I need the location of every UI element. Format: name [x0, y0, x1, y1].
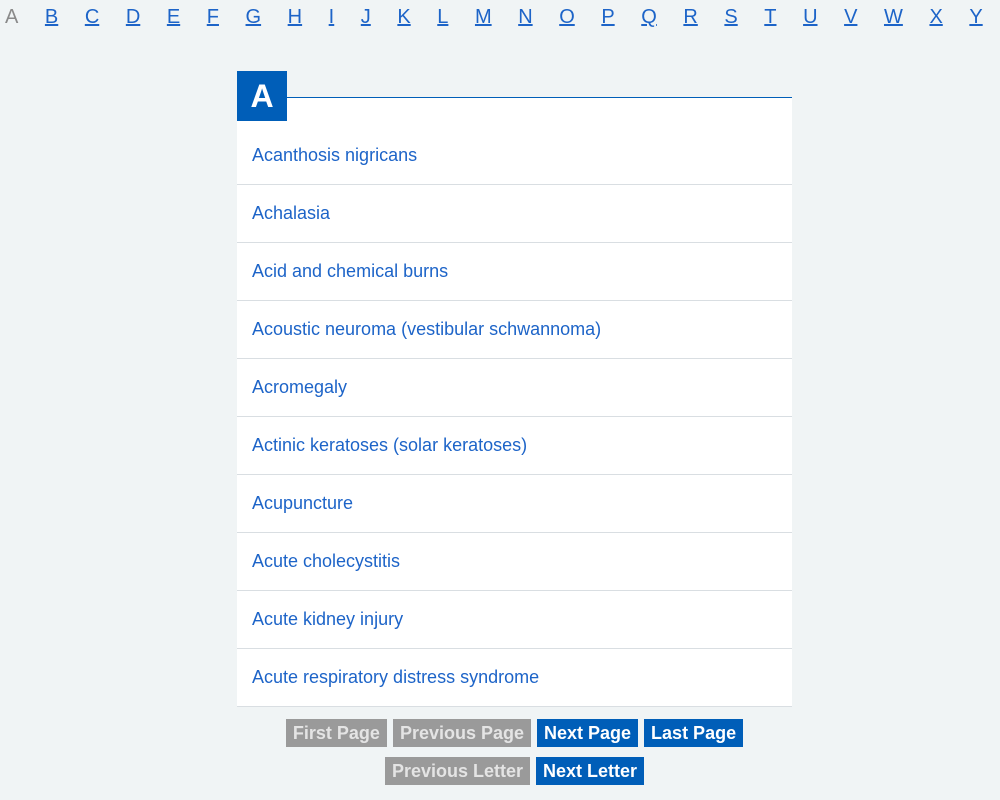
letter-link-t[interactable]: T — [764, 5, 776, 29]
letter-link-i[interactable]: I — [329, 5, 335, 29]
condition-link[interactable]: Acanthosis nigricans — [252, 145, 417, 166]
current-letter: A — [5, 6, 19, 28]
section-letter-heading: A — [237, 71, 287, 121]
condition-link[interactable]: Actinic keratoses (solar keratoses) — [252, 435, 527, 456]
list-item: Acute cholecystitis — [237, 533, 792, 591]
condition-link[interactable]: Acute kidney injury — [252, 609, 403, 630]
list-item: Acanthosis nigricans — [237, 127, 792, 185]
letter-link-x[interactable]: X — [929, 5, 942, 29]
list-item: Acute kidney injury — [237, 591, 792, 649]
letter-link-u[interactable]: U — [803, 5, 817, 29]
last-page-button[interactable]: Last Page — [644, 719, 744, 747]
letter-link-p[interactable]: P — [601, 5, 614, 29]
condition-link[interactable]: Acute cholecystitis — [252, 551, 400, 572]
condition-link[interactable]: Acromegaly — [252, 377, 347, 398]
condition-link[interactable]: Achalasia — [252, 203, 330, 224]
letter-link-g[interactable]: G — [246, 5, 262, 29]
letter-link-c[interactable]: C — [85, 5, 99, 29]
letter-link-d[interactable]: D — [126, 5, 140, 29]
letter-link-m[interactable]: M — [475, 5, 492, 29]
list-item: Actinic keratoses (solar keratoses) — [237, 417, 792, 475]
list-item: Acromegaly — [237, 359, 792, 417]
condition-link[interactable]: Acute respiratory distress syndrome — [252, 667, 539, 688]
letter-link-k[interactable]: K — [397, 5, 410, 29]
letter-link-b[interactable]: B — [45, 5, 58, 29]
previous-letter-button: Previous Letter — [384, 757, 530, 785]
conditions-list-panel: Acanthosis nigricans Achalasia Acid and … — [237, 97, 792, 707]
list-item: Acoustic neuroma (vestibular schwannoma) — [237, 301, 792, 359]
pagination: First Page Previous Page Next Page Last … — [237, 719, 792, 785]
letter-link-r[interactable]: R — [683, 5, 697, 29]
letter-link-o[interactable]: O — [559, 5, 575, 29]
letter-link-q[interactable]: Q — [641, 5, 657, 29]
next-page-button[interactable]: Next Page — [537, 719, 639, 747]
list-item: Acid and chemical burns — [237, 243, 792, 301]
condition-link[interactable]: Acupuncture — [252, 493, 353, 514]
next-letter-button[interactable]: Next Letter — [536, 757, 645, 785]
letter-link-h[interactable]: H — [288, 5, 302, 29]
condition-link[interactable]: Acoustic neuroma (vestibular schwannoma) — [252, 319, 601, 340]
letter-link-w[interactable]: W — [884, 5, 903, 29]
letter-link-f[interactable]: F — [207, 5, 219, 29]
list-item: Acupuncture — [237, 475, 792, 533]
letter-link-s[interactable]: S — [724, 5, 737, 29]
previous-page-button: Previous Page — [392, 719, 531, 747]
letter-nav-row: Previous Letter Next Letter — [237, 757, 792, 785]
letter-link-n[interactable]: N — [518, 5, 532, 29]
list-item: Achalasia — [237, 185, 792, 243]
letter-link-e[interactable]: E — [167, 5, 180, 29]
letter-link-y[interactable]: Y — [969, 5, 982, 29]
page-nav-row: First Page Previous Page Next Page Last … — [237, 719, 792, 747]
list-item: Acute respiratory distress syndrome — [237, 649, 792, 707]
first-page-button: First Page — [285, 719, 387, 747]
letter-link-j[interactable]: J — [361, 5, 371, 29]
alphabet-nav: A B C D E F G H I J K L M N O P Q R S T … — [5, 5, 983, 29]
conditions-list: Acanthosis nigricans Achalasia Acid and … — [237, 127, 792, 707]
letter-link-l[interactable]: L — [437, 5, 448, 29]
letter-link-v[interactable]: V — [844, 5, 857, 29]
condition-link[interactable]: Acid and chemical burns — [252, 261, 448, 282]
